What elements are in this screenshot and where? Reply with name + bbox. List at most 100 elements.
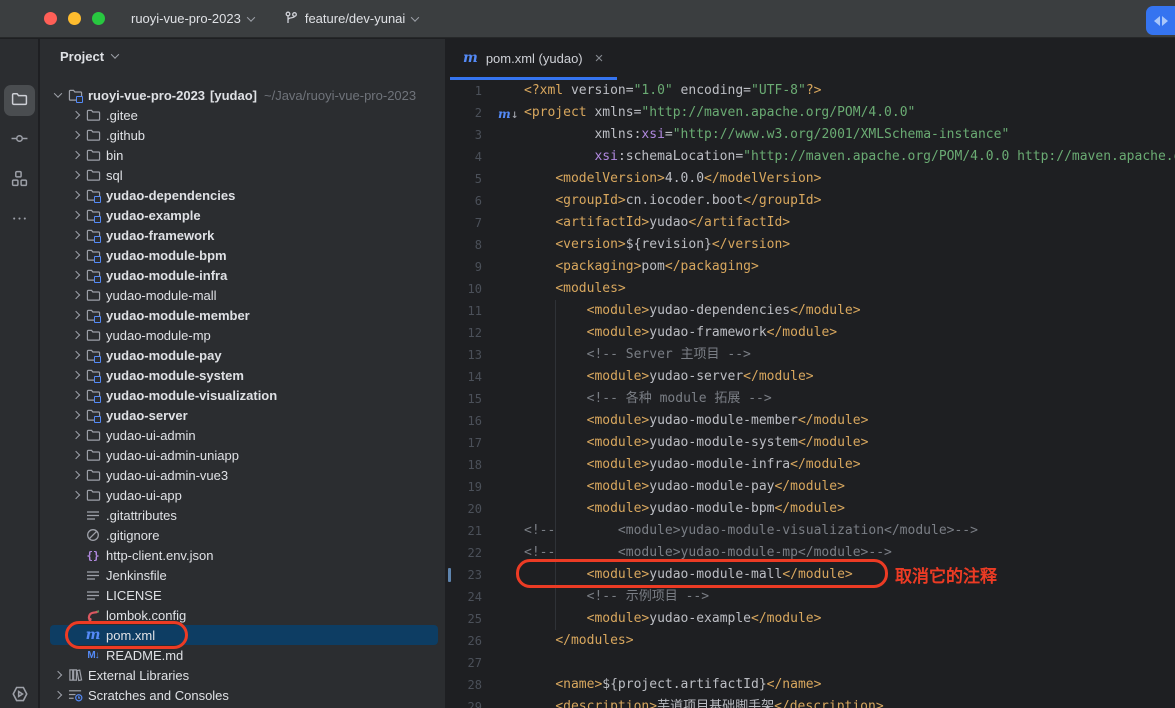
tree-item-yudao-module-infra[interactable]: yudao-module-infra: [40, 265, 445, 285]
tree-item-yudao-ui-admin-uniapp[interactable]: yudao-ui-admin-uniapp: [40, 445, 445, 465]
code-line-6[interactable]: 6 <groupId>cn.iocoder.boot</groupId>: [445, 190, 1175, 212]
chevron-right-icon[interactable]: [68, 152, 84, 158]
tree-item-external-libraries[interactable]: External Libraries: [40, 665, 445, 685]
code-line-2[interactable]: 2m↓<project xmlns="http://maven.apache.o…: [445, 102, 1175, 124]
code-line-14[interactable]: 14 <module>yudao-server</module>: [445, 366, 1175, 388]
code-line-3[interactable]: 3 xmlns:xsi="http://www.w3.org/2001/XMLS…: [445, 124, 1175, 146]
code-line-11[interactable]: 11 <module>yudao-dependencies</module>: [445, 300, 1175, 322]
activity-bar-commit-button[interactable]: [4, 125, 35, 156]
activity-bar-structure-button[interactable]: [4, 165, 35, 196]
activity-bar-more-button[interactable]: [4, 205, 35, 236]
chevron-right-icon[interactable]: [68, 132, 84, 138]
tree-item-label: yudao-module-member: [106, 308, 250, 323]
tree-item--gitee[interactable]: .gitee: [40, 105, 445, 125]
chevron-right-icon[interactable]: [68, 332, 84, 338]
tree-item-jenkinsfile[interactable]: Jenkinsfile: [40, 565, 445, 585]
chevron-right-icon[interactable]: [68, 112, 84, 118]
code-line-1[interactable]: 1<?xml version="1.0" encoding="UTF-8"?>: [445, 80, 1175, 102]
code-line-9[interactable]: 9 <packaging>pom</packaging>: [445, 256, 1175, 278]
activity-bar-services-button[interactable]: [4, 681, 35, 708]
chevron-right-icon[interactable]: [68, 312, 84, 318]
code-line-5[interactable]: 5 <modelVersion>4.0.0</modelVersion>: [445, 168, 1175, 190]
chevron-right-icon[interactable]: [68, 252, 84, 258]
code-editor[interactable]: 1<?xml version="1.0" encoding="UTF-8"?>2…: [445, 80, 1175, 708]
tree-item-yudao-dependencies[interactable]: yudao-dependencies: [40, 185, 445, 205]
chevron-right-icon[interactable]: [68, 212, 84, 218]
code-line-12[interactable]: 12 <module>yudao-framework</module>: [445, 322, 1175, 344]
tree-item-yudao-module-pay[interactable]: yudao-module-pay: [40, 345, 445, 365]
tree-item-yudao-module-member[interactable]: yudao-module-member: [40, 305, 445, 325]
tree-item-yudao-server[interactable]: yudao-server: [40, 405, 445, 425]
branch-selector[interactable]: feature/dev-yunai: [276, 7, 426, 30]
code-line-22[interactable]: 22<!-- <module>yudao-module-mp</module>-…: [445, 542, 1175, 564]
code-line-17[interactable]: 17 <module>yudao-module-system</module>: [445, 432, 1175, 454]
tree-item-lombok-config[interactable]: lombok.config: [40, 605, 445, 625]
code-line-8[interactable]: 8 <version>${revision}</version>: [445, 234, 1175, 256]
code-line-10[interactable]: 10 <modules>: [445, 278, 1175, 300]
chevron-right-icon[interactable]: [50, 692, 66, 698]
project-panel-header[interactable]: Project: [40, 39, 445, 73]
tree-item-bin[interactable]: bin: [40, 145, 445, 165]
chevron-right-icon[interactable]: [68, 472, 84, 478]
tree-item-http-client-env-json[interactable]: {}http-client.env.json: [40, 545, 445, 565]
tree-item-yudao-ui-admin-vue3[interactable]: yudao-ui-admin-vue3: [40, 465, 445, 485]
code-line-27[interactable]: 27: [445, 652, 1175, 674]
code-line-19[interactable]: 19 <module>yudao-module-pay</module>: [445, 476, 1175, 498]
tree-item-readme-md[interactable]: M↓README.md: [40, 645, 445, 665]
tree-item-ruoyi-vue-pro-2023[interactable]: ruoyi-vue-pro-2023[yudao]~/Java/ruoyi-vu…: [40, 85, 445, 105]
code-line-28[interactable]: 28 <name>${project.artifactId}</name>: [445, 674, 1175, 696]
project-selector[interactable]: ruoyi-vue-pro-2023: [123, 7, 262, 30]
code-line-15[interactable]: 15 <!-- 各种 module 拓展 -->: [445, 388, 1175, 410]
maven-sync-icon[interactable]: m↓: [498, 103, 518, 124]
chevron-right-icon[interactable]: [50, 672, 66, 678]
code-line-13[interactable]: 13 <!-- Server 主项目 -->: [445, 344, 1175, 366]
chevron-right-icon[interactable]: [68, 412, 84, 418]
tree-item--github[interactable]: .github: [40, 125, 445, 145]
chevron-right-icon[interactable]: [68, 292, 84, 298]
minimize-window-button[interactable]: [68, 12, 81, 25]
chevron-right-icon[interactable]: [68, 352, 84, 358]
tree-item-yudao-module-mall[interactable]: yudao-module-mall: [40, 285, 445, 305]
tab-pom-xml[interactable]: m pom.xml (yudao) ×: [450, 39, 617, 80]
chevron-right-icon[interactable]: [68, 372, 84, 378]
tree-item-yudao-module-visualization[interactable]: yudao-module-visualization: [40, 385, 445, 405]
tree-item-scratches-and-consoles[interactable]: Scratches and Consoles: [40, 685, 445, 705]
tree-item--gitattributes[interactable]: .gitattributes: [40, 505, 445, 525]
code-line-21[interactable]: 21<!-- <module>yudao-module-visualizatio…: [445, 520, 1175, 542]
chevron-right-icon[interactable]: [68, 232, 84, 238]
code-with-me-button[interactable]: [1146, 6, 1175, 35]
chevron-right-icon[interactable]: [68, 432, 84, 438]
chevron-right-icon[interactable]: [68, 452, 84, 458]
tree-item-yudao-example[interactable]: yudao-example: [40, 205, 445, 225]
code-line-18[interactable]: 18 <module>yudao-module-infra</module>: [445, 454, 1175, 476]
code-line-16[interactable]: 16 <module>yudao-module-member</module>: [445, 410, 1175, 432]
activity-bar-project-button[interactable]: [4, 85, 35, 116]
chevron-right-icon[interactable]: [68, 392, 84, 398]
code-line-7[interactable]: 7 <artifactId>yudao</artifactId>: [445, 212, 1175, 234]
chevron-down-icon[interactable]: [50, 92, 66, 98]
chevron-right-icon[interactable]: [68, 272, 84, 278]
code-line-23[interactable]: 23 <module>yudao-module-mall</module>: [445, 564, 1175, 586]
tree-item-pom-xml[interactable]: mpom.xml: [50, 625, 438, 645]
tree-item-yudao-ui-app[interactable]: yudao-ui-app: [40, 485, 445, 505]
code-line-24[interactable]: 24 <!-- 示例项目 -->: [445, 586, 1175, 608]
maximize-window-button[interactable]: [92, 12, 105, 25]
chevron-right-icon[interactable]: [68, 192, 84, 198]
tree-item-yudao-framework[interactable]: yudao-framework: [40, 225, 445, 245]
close-window-button[interactable]: [44, 12, 57, 25]
tree-item-license[interactable]: LICENSE: [40, 585, 445, 605]
chevron-right-icon[interactable]: [68, 172, 84, 178]
code-line-26[interactable]: 26 </modules>: [445, 630, 1175, 652]
chevron-right-icon[interactable]: [68, 492, 84, 498]
tree-item--gitignore[interactable]: .gitignore: [40, 525, 445, 545]
tree-item-yudao-ui-admin[interactable]: yudao-ui-admin: [40, 425, 445, 445]
tree-item-sql[interactable]: sql: [40, 165, 445, 185]
code-line-29[interactable]: 29 <description>芋道项目基础脚手架</description>: [445, 696, 1175, 708]
code-line-20[interactable]: 20 <module>yudao-module-bpm</module>: [445, 498, 1175, 520]
code-line-25[interactable]: 25 <module>yudao-example</module>: [445, 608, 1175, 630]
code-line-4[interactable]: 4 xsi:schemaLocation="http://maven.apach…: [445, 146, 1175, 168]
close-tab-icon[interactable]: ×: [595, 50, 604, 67]
tree-item-yudao-module-mp[interactable]: yudao-module-mp: [40, 325, 445, 345]
tree-item-yudao-module-bpm[interactable]: yudao-module-bpm: [40, 245, 445, 265]
tree-item-yudao-module-system[interactable]: yudao-module-system: [40, 365, 445, 385]
